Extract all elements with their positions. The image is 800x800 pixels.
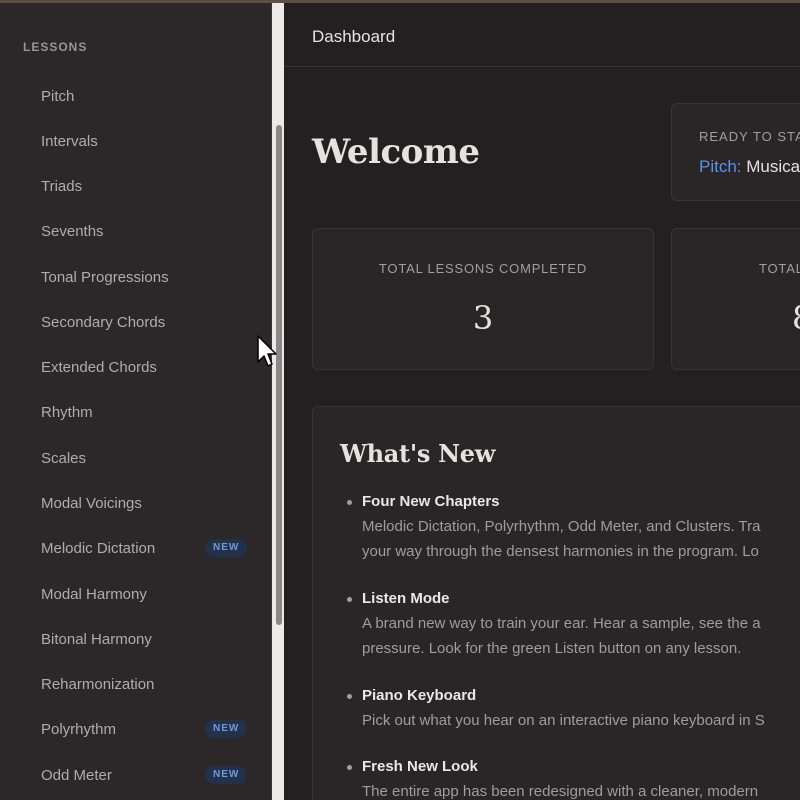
sidebar-item-extended-chords[interactable]: Extended Chords	[0, 349, 272, 385]
ready-lesson: Pitch: Musica	[699, 157, 800, 177]
new-badge: NEW	[205, 720, 248, 738]
sidebar-item-modal-voicings[interactable]: Modal Voicings	[0, 485, 272, 521]
news-item-text: The entire app has been redesigned with …	[362, 783, 759, 800]
whats-new-card: What's New Four New Chapters Melodic Dic…	[312, 406, 800, 800]
sidebar-item-polyrhythm[interactable]: Polyrhythm NEW	[0, 711, 272, 747]
sidebar-item-modal-harmony[interactable]: Modal Harmony	[0, 576, 272, 612]
sidebar-item-label: Scales	[41, 449, 87, 467]
bullet-dot-icon	[347, 765, 352, 770]
stat-card-lessons-completed: TOTAL LESSONS COMPLETED 3	[312, 228, 654, 370]
news-item-text: pressure. Look for the green Listen butt…	[362, 640, 742, 657]
app-window: LESSONS Pitch Intervals Triads Sevenths …	[0, 3, 800, 800]
ready-to-start-card[interactable]: READY TO STA Pitch: Musica	[671, 103, 800, 201]
stat-card-total: TOTAL 8	[671, 228, 800, 370]
sidebar-item-label: Sevenths	[41, 222, 104, 240]
news-item-heading: Piano Keyboard	[362, 687, 477, 704]
sidebar-item-label: Triads	[41, 177, 83, 195]
sidebar-item-label: Extended Chords	[41, 358, 157, 376]
sidebar-item-pitch[interactable]: Pitch	[0, 78, 272, 114]
bullet-dot-icon	[347, 597, 352, 602]
sidebar-item-label: Odd Meter	[41, 766, 112, 784]
stat-label: TOTAL	[759, 261, 800, 276]
sidebar-item-label: Polyrhythm	[41, 720, 117, 738]
ready-label: READY TO STA	[699, 129, 800, 144]
new-badge: NEW	[205, 766, 248, 784]
stat-value: 3	[472, 299, 494, 337]
news-item-heading: Four New Chapters	[362, 493, 500, 510]
sidebar-item-triads[interactable]: Triads	[0, 168, 272, 204]
sidebar-item-label: Intervals	[41, 132, 98, 150]
main-content: Dashboard Welcome READY TO STA Pitch: Mu…	[284, 3, 800, 800]
stat-value: 8	[792, 299, 800, 337]
sidebar: LESSONS Pitch Intervals Triads Sevenths …	[0, 3, 272, 800]
sidebar-item-label: Reharmonization	[41, 675, 155, 693]
sidebar-scrollbar-thumb[interactable]	[276, 125, 282, 625]
sidebar-item-label: Tonal Progressions	[41, 268, 169, 286]
sidebar-item-sevenths[interactable]: Sevenths	[0, 213, 272, 249]
sidebar-item-reharmonization[interactable]: Reharmonization	[0, 666, 272, 702]
sidebar-item-label: Secondary Chords	[41, 313, 166, 331]
sidebar-item-label: Modal Harmony	[41, 585, 147, 603]
sidebar-item-odd-meter[interactable]: Odd Meter NEW	[0, 757, 272, 793]
whats-new-title: What's New	[340, 439, 496, 468]
sidebar-item-label: Bitonal Harmony	[41, 630, 152, 648]
sidebar-item-label: Pitch	[41, 87, 75, 105]
bullet-dot-icon	[347, 694, 352, 699]
news-item-text: A brand new way to train your ear. Hear …	[362, 615, 761, 632]
page-title: Dashboard	[312, 27, 396, 46]
news-item-text: Melodic Dictation, Polyrhythm, Odd Meter…	[362, 518, 761, 535]
top-bar: Dashboard	[284, 3, 800, 67]
ready-category: Pitch:	[699, 157, 742, 176]
arrow-cursor-icon	[257, 335, 277, 367]
bullet-dot-icon	[347, 500, 352, 505]
stat-label: TOTAL LESSONS COMPLETED	[378, 261, 588, 276]
sidebar-item-secondary-chords[interactable]: Secondary Chords	[0, 304, 272, 340]
sidebar-item-label: Melodic Dictation	[41, 539, 156, 557]
news-item-text: your way through the densest harmonies i…	[362, 543, 759, 560]
news-item-heading: Fresh New Look	[362, 758, 478, 775]
sidebar-item-scales[interactable]: Scales	[0, 440, 272, 476]
news-item-text: Pick out what you hear on an interactive…	[362, 712, 765, 729]
sidebar-item-label: Rhythm	[41, 403, 93, 421]
ready-lesson-name: Musica	[741, 157, 800, 176]
welcome-heading: Welcome	[312, 132, 480, 172]
sidebar-item-tonal-progressions[interactable]: Tonal Progressions	[0, 259, 272, 295]
news-item-heading: Listen Mode	[362, 590, 450, 607]
sidebar-heading: LESSONS	[23, 40, 88, 54]
sidebar-item-rhythm[interactable]: Rhythm	[0, 394, 272, 430]
sidebar-item-label: Modal Voicings	[41, 494, 142, 512]
new-badge: NEW	[205, 539, 248, 557]
sidebar-item-bitonal-harmony[interactable]: Bitonal Harmony	[0, 621, 272, 657]
sidebar-item-melodic-dictation[interactable]: Melodic Dictation NEW	[0, 530, 272, 566]
sidebar-item-intervals[interactable]: Intervals	[0, 123, 272, 159]
